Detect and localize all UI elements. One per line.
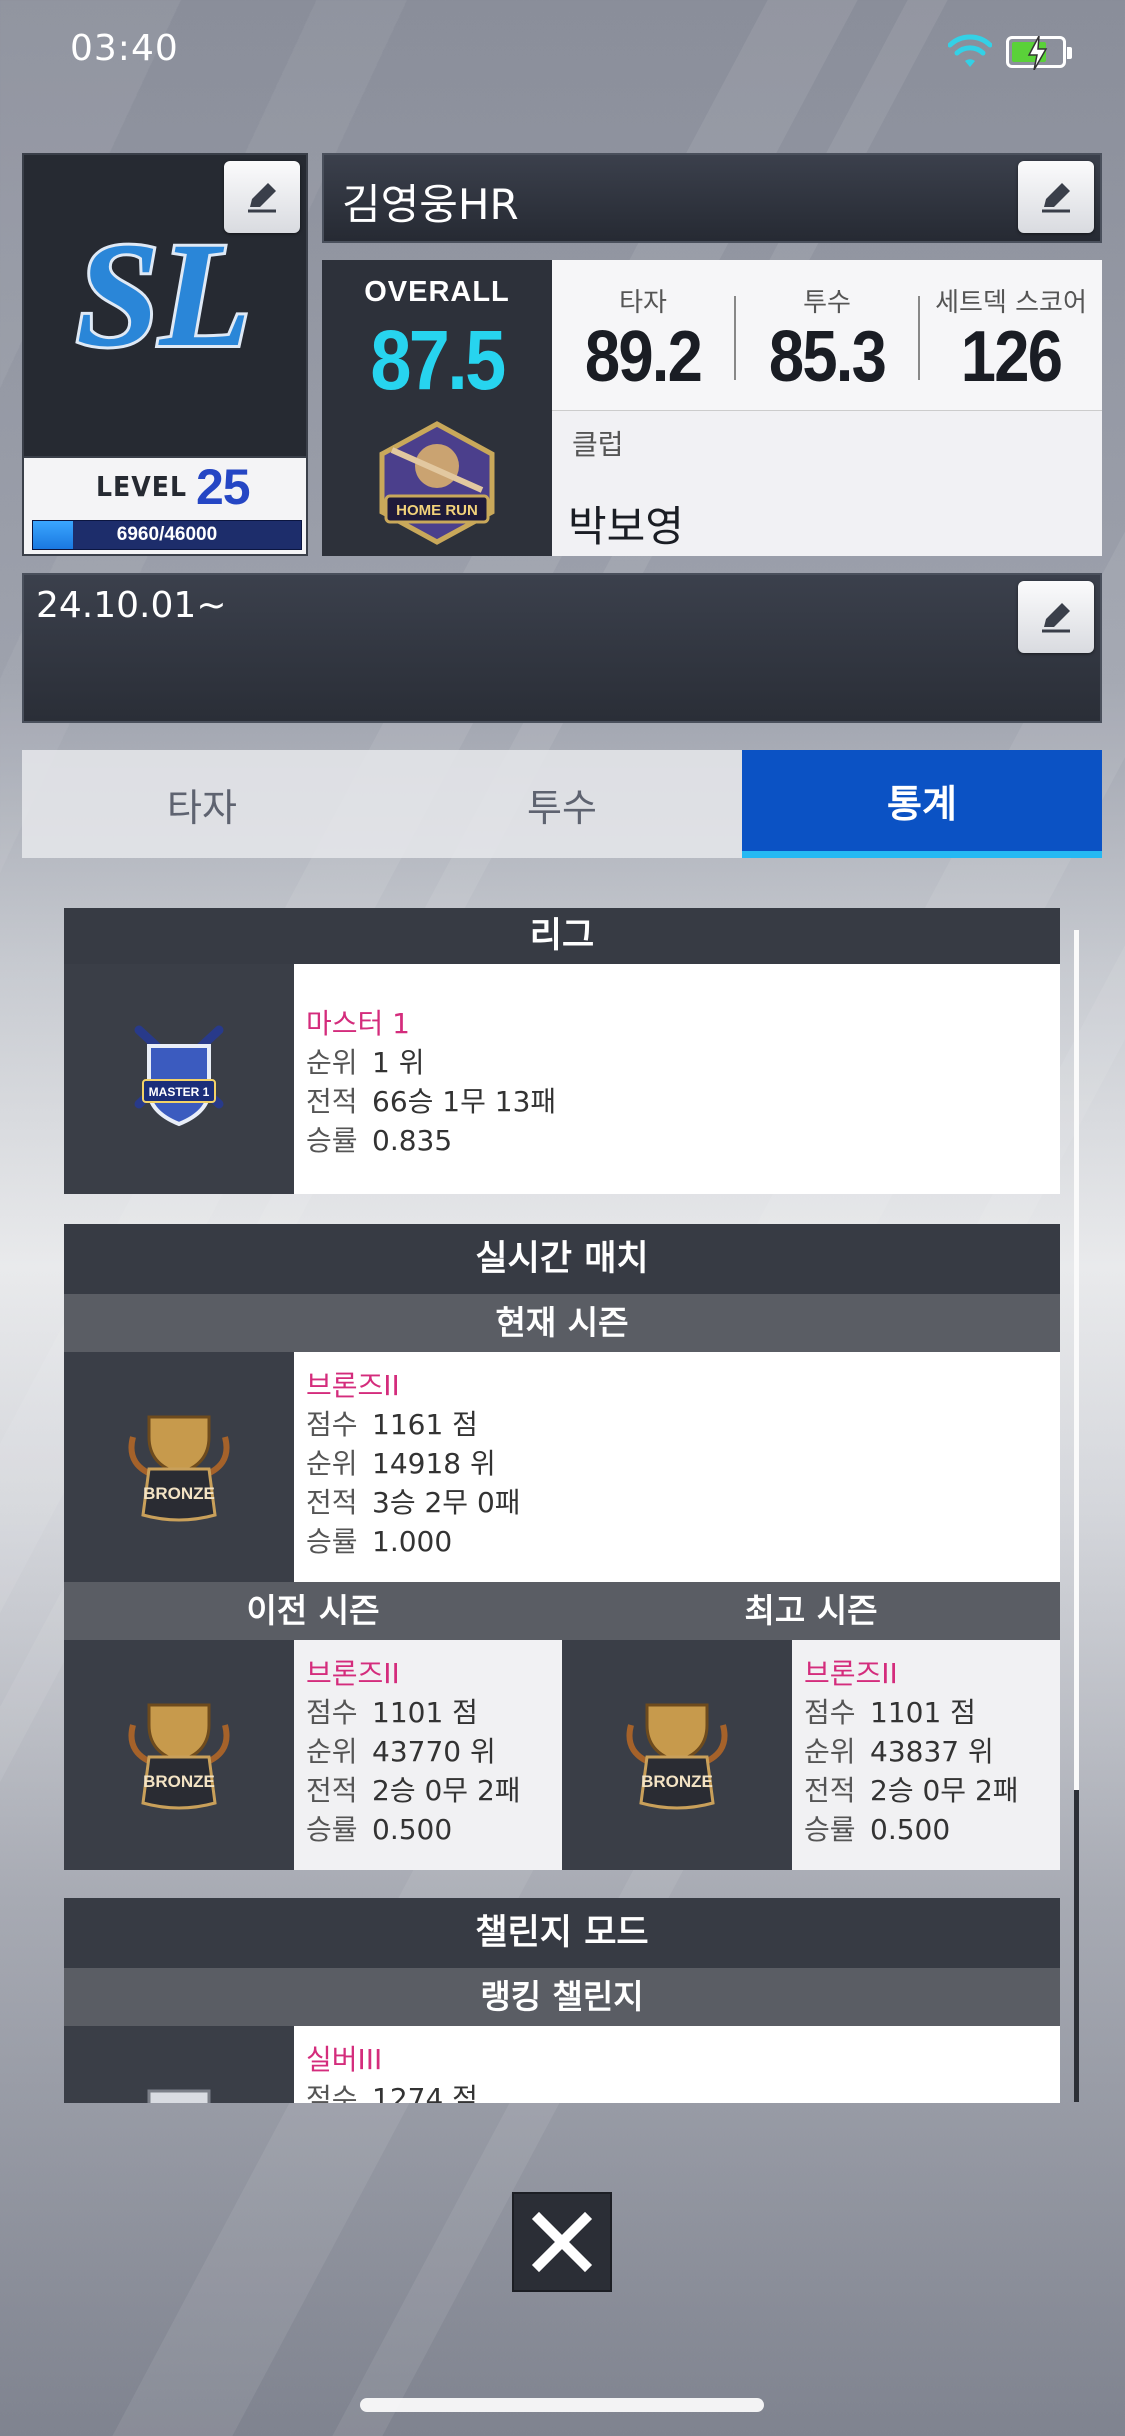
level-panel: LEVEL 25 6960/46000 [22,458,308,556]
bronze-trophy-icon: BRONZE [626,1703,728,1810]
level-value: 25 [196,459,251,515]
info-row: 승률 0.835 [306,1124,453,1157]
ranking-challenge-badge [64,2026,294,2103]
club-panel: 클럽 박보영 [552,410,1102,556]
current-season-info: 브론즈II 점수 1161 점 순위 14918 위 전적 3승 2무 0패 승률 1.… [294,1352,1060,1582]
info-row: 전적 2승 0무 2패 [804,1774,1019,1807]
edit-memo-button[interactable] [1018,581,1094,653]
club-emblem: HOME RUN [379,421,495,545]
edit-name-button[interactable] [1018,161,1094,233]
ranking-challenge-info: 실버III 점수 1274 점 [294,2026,1060,2103]
stat-pitcher: 투수 85.3 [768,288,887,397]
svg-text:MASTER 1: MASTER 1 [149,1085,210,1099]
wifi-icon [948,34,992,67]
battery-icon [1006,36,1072,70]
home-indicator[interactable] [360,2398,764,2412]
info-row: 점수 1101 점 [306,1696,478,1729]
league-badge: MASTER 1 [64,964,294,1194]
status-time: 03:40 [70,28,179,69]
stats-scroll-area[interactable]: 리그 MASTER 1 마스터 1 순위 1 위 전적 66승 1무 13패 승률 0… [64,908,1064,2103]
info-row: 전적 66승 1무 13패 [306,1085,557,1118]
xp-progress-bar: 6960/46000 [32,520,302,550]
ranking-challenge-title: 랭킹 챌린지 [64,1968,1060,2026]
team-logo-panel: SL [22,153,308,458]
svg-text:HOME RUN: HOME RUN [396,502,478,519]
svg-text:SL: SL [76,212,251,378]
master-badge-icon: MASTER 1 [134,1025,224,1127]
info-row: 승률 0.500 [306,1813,453,1846]
memo-panel: 24.10.01~ [22,573,1102,723]
best-season-badge: BRONZE [562,1640,792,1870]
challenge-title: 챌린지 모드 [64,1898,1060,1968]
silver-trophy-icon [147,2089,211,2103]
bronze-trophy-icon: BRONZE [128,1415,230,1522]
svg-text:BRONZE: BRONZE [143,1772,215,1791]
previous-season-info: 브론즈II 점수 1101 점 순위 43770 위 전적 2승 0무 2패 승률 0.… [294,1640,562,1870]
memo-text: 24.10.01~ [36,585,227,626]
league-tier: 마스터 1 [306,1007,410,1040]
pencil-icon [248,183,276,213]
current-season-title: 현재 시즌 [64,1294,1060,1352]
info-row: 전적 3승 2무 0패 [306,1486,521,1519]
club-name: 박보영 [568,502,684,551]
info-row: 점수 1274 점 [306,2082,478,2103]
tab-bar: 타자 투수 통계 [22,750,1102,858]
svg-text:BRONZE: BRONZE [143,1484,215,1503]
previous-season-badge: BRONZE [64,1640,294,1870]
league-info: 마스터 1 순위 1 위 전적 66승 1무 13패 승률 0.835 [294,964,1060,1194]
close-button[interactable] [512,2192,612,2292]
club-label: 클럽 [572,428,624,461]
previous-season-title: 이전 시즌 [246,1591,380,1630]
edit-logo-button[interactable] [224,161,300,233]
challenge-section: 챌린지 모드 랭킹 챌린지 실버III 점수 1274 점 [64,1898,1060,2103]
info-row: 점수 1101 점 [804,1696,976,1729]
bronze-trophy-icon: BRONZE [128,1703,230,1810]
current-season-badge: BRONZE [64,1352,294,1582]
stat-batter: 타자 89.2 [584,288,703,397]
info-row: 순위 1 위 [306,1046,425,1079]
info-row: 순위 43770 위 [306,1735,496,1768]
realtime-match-section: 실시간 매치 현재 시즌 BRONZE 브론즈II 점수 1161 점 순위 149… [64,1224,1060,1870]
best-season-title: 최고 시즌 [744,1591,878,1630]
info-row: 승률 0.500 [804,1813,951,1846]
level-label: LEVEL [96,470,188,503]
xp-text: 6960/46000 [116,524,218,545]
tab-stats[interactable]: 통계 [742,750,1102,858]
league-section: 리그 MASTER 1 마스터 1 순위 1 위 전적 66승 1무 13패 승률 0… [64,908,1060,1194]
info-row: 전적 2승 0무 2패 [306,1774,521,1807]
overall-label: OVERALL [364,276,510,308]
player-name: 김영웅HR [342,180,519,229]
info-row: 순위 43837 위 [804,1735,994,1768]
close-icon [531,2211,593,2273]
tab-batter[interactable]: 타자 [22,750,382,858]
pencil-icon [1042,183,1070,213]
stats-panel: 타자 89.2 투수 85.3 세트덱 스코어 126 [552,260,1102,410]
svg-text:BRONZE: BRONZE [641,1772,713,1791]
tab-pitcher[interactable]: 투수 [382,750,742,858]
overall-value: 87.5 [370,313,506,407]
player-name-panel: 김영웅HR [322,153,1102,243]
info-row: 승률 1.000 [306,1525,453,1558]
league-title: 리그 [64,908,1060,964]
best-season-info: 브론즈II 점수 1101 점 순위 43837 위 전적 2승 0무 2패 승률 0.… [792,1640,1060,1870]
info-row: 순위 14918 위 [306,1447,496,1480]
stat-setdeck-score: 세트덱 스코어 126 [935,288,1087,397]
club-emblem-panel: HOME RUN [322,410,552,556]
overall-panel: OVERALL 87.5 [322,260,552,410]
realtime-title: 실시간 매치 [64,1224,1060,1294]
previous-season-card: BRONZE 브론즈II 점수 1101 점 순위 43770 위 전적 2승 0무 … [64,1640,562,1870]
info-row: 점수 1161 점 [306,1408,478,1441]
scrollbar-thumb[interactable] [1074,930,1079,1790]
pencil-icon [1042,603,1070,633]
best-season-card: BRONZE 브론즈II 점수 1101 점 순위 43837 위 전적 2승 0무 … [562,1640,1060,1870]
